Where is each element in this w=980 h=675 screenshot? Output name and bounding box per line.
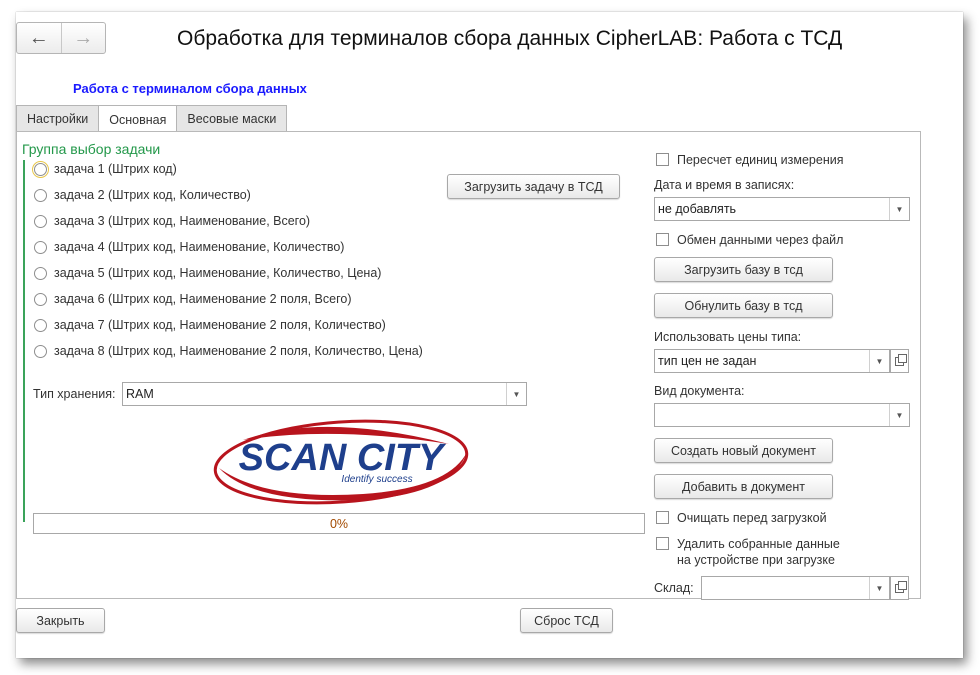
warehouse-select[interactable]: ▼ xyxy=(701,576,890,600)
tab-main[interactable]: Основная xyxy=(98,105,178,133)
task-label: задача 8 (Штрих код, Наименование 2 поля… xyxy=(54,344,423,358)
logo-text: SCAN CITY xyxy=(239,437,447,479)
progress-text: 0% xyxy=(329,516,349,531)
main-tab-panel: Группа выбор задачи задача 1 (Штрих код)… xyxy=(16,131,921,600)
task-radio-7[interactable]: задача 7 (Штрих код, Наименование 2 поля… xyxy=(34,318,386,332)
doc-type-select[interactable]: ▼ xyxy=(654,403,910,427)
recalc-units-checkbox[interactable]: Пересчет единиц измерения xyxy=(656,152,844,168)
chevron-down-icon[interactable]: ▼ xyxy=(889,198,909,220)
datetime-label: Дата и время в записях: xyxy=(654,178,795,192)
task-label: задача 2 (Штрих код, Количество) xyxy=(54,188,251,202)
radio-circle-icon xyxy=(34,214,47,228)
storage-type-select[interactable]: RAM ▼ xyxy=(122,382,527,406)
doc-type-label: Вид документа: xyxy=(654,384,745,398)
task-label: задача 5 (Штрих код, Наименование, Колич… xyxy=(54,266,382,280)
open-warehouse-icon[interactable] xyxy=(890,576,909,600)
chevron-down-icon[interactable]: ▼ xyxy=(869,350,889,372)
processing-window: ← → Обработка для терминалов сбора данны… xyxy=(16,12,963,658)
progress-bar: 0% xyxy=(33,513,645,534)
file-exchange-label: Обмен данными через файл xyxy=(677,233,844,247)
checkbox-icon xyxy=(656,233,669,246)
back-arrow-icon[interactable]: ← xyxy=(17,23,61,53)
radio-circle-icon xyxy=(34,240,47,254)
warehouse-label: Склад: xyxy=(654,581,694,595)
task-label: задача 4 (Штрих код, Наименование, Колич… xyxy=(54,240,345,254)
task-radio-2[interactable]: задача 2 (Штрих код, Количество) xyxy=(34,188,251,202)
navigation-buttons: ← → xyxy=(16,22,106,54)
tab-weight-masks[interactable]: Весовые маски xyxy=(176,105,288,132)
task-radio-8[interactable]: задача 8 (Штрих код, Наименование 2 поля… xyxy=(34,344,423,358)
clear-before-load-checkbox[interactable]: Очищать перед загрузкой xyxy=(656,510,827,526)
storage-type-value: RAM xyxy=(126,387,154,401)
price-type-value: тип цен не задан xyxy=(658,354,757,368)
task-label: задача 6 (Штрих код, Наименование 2 поля… xyxy=(54,292,352,306)
task-radio-4[interactable]: задача 4 (Штрих код, Наименование, Колич… xyxy=(34,240,344,254)
logo-tagline: Identify success xyxy=(341,474,412,485)
close-button[interactable]: Закрыть xyxy=(16,608,105,633)
load-task-button[interactable]: Загрузить задачу в ТСД xyxy=(447,174,620,199)
recalc-units-label: Пересчет единиц измерения xyxy=(677,153,844,167)
task-group-title: Группа выбор задачи xyxy=(22,141,161,157)
radio-circle-icon xyxy=(34,318,47,332)
task-radio-6[interactable]: задача 6 (Штрих код, Наименование 2 поля… xyxy=(34,292,352,306)
create-document-button[interactable]: Создать новый документ xyxy=(654,438,833,463)
load-base-button[interactable]: Загрузить базу в тсд xyxy=(654,257,833,282)
radio-circle-icon xyxy=(34,344,47,358)
datetime-value: не добавлять xyxy=(658,202,737,216)
task-radio-5[interactable]: задача 5 (Штрих код, Наименование, Колич… xyxy=(34,266,381,280)
open-price-type-icon[interactable] xyxy=(890,349,909,373)
price-type-label: Использовать цены типа: xyxy=(654,330,802,344)
forward-arrow-icon[interactable]: → xyxy=(60,23,106,53)
checkbox-icon xyxy=(656,153,669,166)
chevron-down-icon[interactable]: ▼ xyxy=(889,404,909,426)
task-radio-1[interactable]: задача 1 (Штрих код) xyxy=(32,160,177,178)
datetime-select[interactable]: не добавлять ▼ xyxy=(654,197,910,221)
window-title: Обработка для терминалов сбора данных Ci… xyxy=(177,27,843,50)
storage-type-label: Тип хранения: xyxy=(33,387,116,401)
radio-circle-icon xyxy=(34,266,47,280)
task-group-border xyxy=(23,160,25,522)
checkbox-icon xyxy=(656,511,669,524)
chevron-down-icon[interactable]: ▼ xyxy=(506,383,526,405)
price-type-select[interactable]: тип цен не задан ▼ xyxy=(654,349,890,373)
task-label: задача 7 (Штрих код, Наименование 2 поля… xyxy=(54,318,386,332)
radio-circle-icon xyxy=(34,292,47,306)
form-subtitle: Работа с терминалом сбора данных xyxy=(73,81,307,96)
add-to-document-button[interactable]: Добавить в документ xyxy=(654,474,833,499)
task-label: задача 3 (Штрих код, Наименование, Всего… xyxy=(54,214,311,228)
checkbox-icon xyxy=(656,537,669,550)
task-radio-3[interactable]: задача 3 (Штрих код, Наименование, Всего… xyxy=(34,214,310,228)
tab-bar: Настройки Основная Весовые маски xyxy=(16,105,288,133)
chevron-down-icon[interactable]: ▼ xyxy=(869,577,889,599)
tab-settings[interactable]: Настройки xyxy=(16,105,100,132)
task-label: задача 1 (Штрих код) xyxy=(54,162,177,176)
radio-circle-icon xyxy=(34,188,47,202)
delete-collected-data-checkbox[interactable]: Удалить собранные данные на устройстве пр… xyxy=(656,536,840,568)
reset-base-button[interactable]: Обнулить базу в тсд xyxy=(654,293,833,318)
file-exchange-checkbox[interactable]: Обмен данными через файл xyxy=(656,232,843,248)
clear-before-load-label: Очищать перед загрузкой xyxy=(677,511,827,525)
delete-collected-data-label: Удалить собранные данные на устройстве пр… xyxy=(677,537,840,567)
reset-tsd-button[interactable]: Сброс ТСД xyxy=(520,608,613,633)
radio-circle-icon xyxy=(32,160,49,178)
scan-city-logo: SCAN CITY Identify success xyxy=(213,419,469,505)
